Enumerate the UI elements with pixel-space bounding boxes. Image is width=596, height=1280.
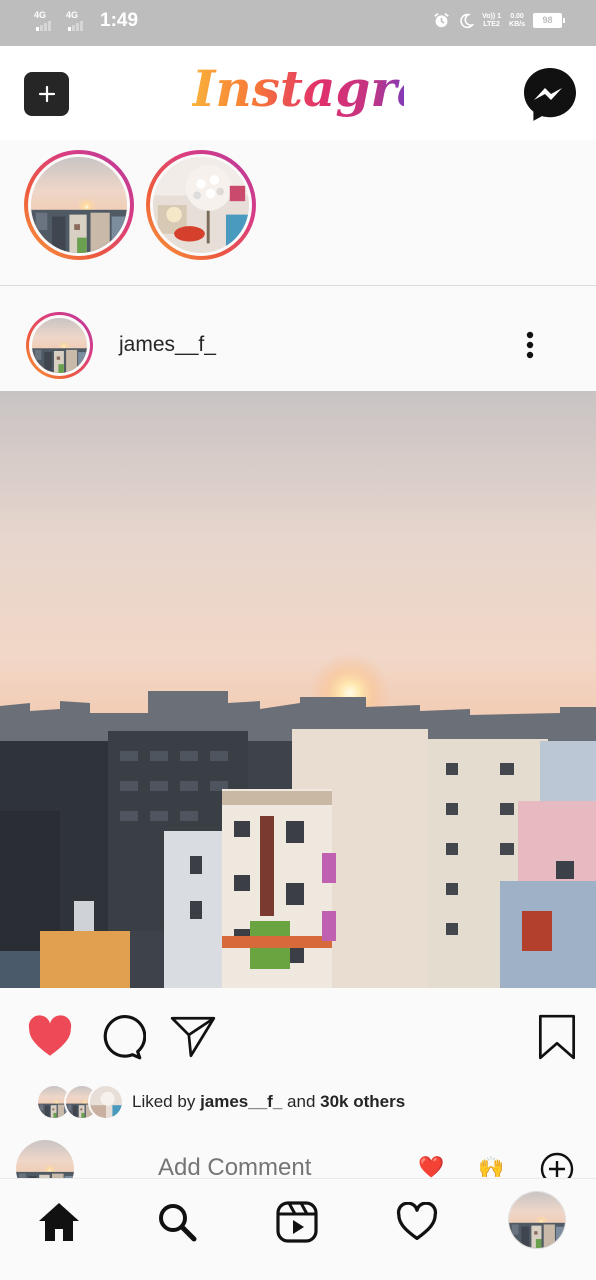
home-icon — [39, 1203, 79, 1241]
speed-value: 0.00 — [510, 12, 524, 20]
more-emoji-button[interactable] — [540, 1152, 574, 1180]
bottom-navigation — [0, 1178, 596, 1280]
sim2-signal-icon: 4G — [66, 10, 88, 32]
liker-avatar — [88, 1084, 124, 1120]
like-button[interactable] — [25, 1012, 75, 1062]
volte-indicator: Vo)) 1 LTE2 — [482, 13, 501, 29]
clock: 1:49 — [100, 10, 139, 31]
stories-tray — [0, 140, 596, 285]
app-header: Instagram — [0, 46, 596, 140]
sim1-signal-icon: 4G — [34, 10, 56, 32]
heart-icon — [28, 1015, 72, 1056]
story-item[interactable] — [146, 150, 256, 260]
messenger-icon — [524, 68, 576, 121]
plus-circle-icon — [540, 1152, 574, 1180]
post-username[interactable]: james__f_ — [119, 333, 216, 357]
activity-heart-icon — [396, 1202, 438, 1240]
battery-icon: 98 — [533, 13, 565, 28]
nav-search[interactable] — [154, 1199, 200, 1245]
reels-icon — [276, 1201, 318, 1243]
status-bar-left: 4G 4G 1:49 — [34, 10, 138, 32]
story-thumbnail — [153, 157, 249, 253]
share-button[interactable] — [168, 1012, 218, 1062]
messenger-button[interactable] — [522, 66, 578, 122]
likes-summary[interactable]: Liked by james__f_ and 30k others — [36, 1082, 576, 1122]
lte-label: LTE2 — [483, 20, 500, 28]
speed-unit: KB/s — [509, 20, 525, 28]
instagram-logo: Instagram — [192, 54, 482, 124]
search-icon — [159, 1204, 197, 1242]
post-actions — [0, 988, 596, 1078]
add-comment-row: ❤️ 🙌 — [0, 1138, 596, 1180]
status-bar-right: Vo)) 1 LTE2 0.00 KB/s 98 — [433, 12, 565, 29]
comment-icon — [103, 1015, 147, 1060]
nav-activity[interactable] — [394, 1199, 440, 1245]
likes-middle: and — [287, 1092, 316, 1111]
add-comment-input[interactable] — [158, 1154, 388, 1180]
sim2-network-label: 4G — [66, 10, 79, 20]
liker-avatars — [36, 1084, 126, 1120]
quick-emoji-heart[interactable]: ❤️ — [418, 1156, 444, 1180]
post-options-button[interactable] — [516, 330, 544, 362]
likes-text: Liked by james__f_ and 30k others — [132, 1092, 405, 1112]
likes-others[interactable]: 30k others — [320, 1092, 405, 1111]
likes-prefix: Liked by — [132, 1092, 196, 1111]
alarm-icon — [434, 13, 449, 28]
story-item[interactable] — [24, 150, 134, 260]
sim1-network-label: 4G — [34, 10, 47, 20]
post-header: james__f_ — [0, 286, 596, 391]
comment-button[interactable] — [96, 1012, 147, 1062]
volte-label: Vo)) 1 — [482, 12, 502, 20]
battery-level: 98 — [542, 15, 553, 25]
instagram-feed-screen: 4G 4G 1:49 Vo)) 1 LTE2 0.00 KB/s 98 Inst… — [0, 0, 596, 1280]
more-vertical-icon — [526, 331, 534, 359]
current-user-avatar — [16, 1140, 74, 1180]
story-thumbnail — [31, 157, 127, 253]
post-photo[interactable] — [0, 391, 596, 988]
network-speed: 0.00 KB/s — [509, 13, 525, 29]
post-author-avatar[interactable] — [26, 312, 93, 379]
save-button[interactable] — [532, 1012, 582, 1062]
plus-icon — [38, 85, 55, 103]
moon-icon — [460, 13, 475, 28]
nav-profile-avatar[interactable] — [508, 1191, 566, 1249]
new-post-button[interactable] — [24, 72, 69, 116]
likes-user[interactable]: james__f_ — [200, 1092, 282, 1111]
nav-reels[interactable] — [274, 1199, 320, 1245]
send-icon — [170, 1016, 216, 1058]
status-bar: 4G 4G 1:49 Vo)) 1 LTE2 0.00 KB/s 98 — [0, 0, 596, 46]
quick-emoji-raised-hands[interactable]: 🙌 — [478, 1156, 504, 1180]
bookmark-icon — [538, 1014, 576, 1060]
nav-home[interactable] — [36, 1199, 82, 1245]
